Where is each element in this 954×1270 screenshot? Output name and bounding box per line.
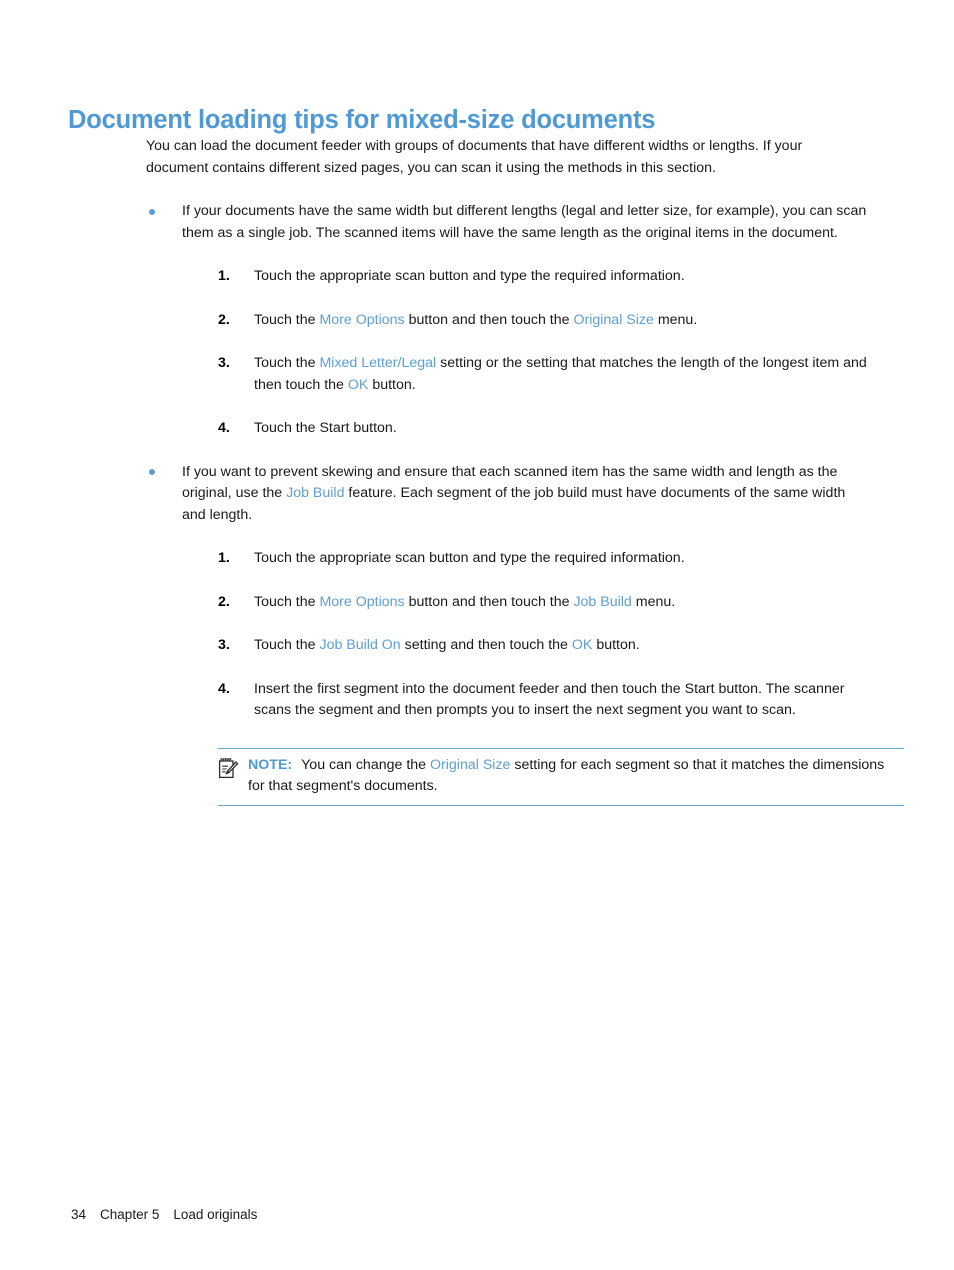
list-item-number: 2. [218, 593, 230, 610]
list-item: 4. Insert the first segment into the doc… [182, 679, 868, 722]
note-label: NOTE: [248, 756, 293, 773]
note-box: NOTE: You can change the Original Size se… [218, 747, 904, 806]
list-item: 3. Touch the Mixed Letter/Legal setting … [182, 353, 868, 396]
bullet-dot-icon [149, 208, 155, 215]
ui-term: OK [347, 376, 369, 393]
note-inner: NOTE: You can change the Original Size se… [218, 755, 904, 798]
list-item-text: Touch the More Options button and then t… [254, 593, 676, 610]
ui-term: Original Size [573, 311, 654, 328]
list-item-text: Touch the Start button. [254, 420, 397, 436]
list-item: 1. Touch the appropriate scan button and… [182, 548, 868, 570]
list-item-text: Touch the appropriate scan button and ty… [254, 550, 685, 566]
bullet-dot-icon [149, 469, 155, 475]
note-text: NOTE: You can change the Original Size se… [248, 755, 904, 798]
document-content: You can load the document feeder with gr… [146, 136, 904, 806]
ui-term: OK [571, 637, 593, 653]
bullet-block-2: If you want to prevent skewing and ensur… [146, 462, 904, 806]
footer-chapter-title: Load originals [173, 1207, 258, 1222]
ui-term: Job Build On [319, 637, 401, 653]
document-page: Document loading tips for mixed-size doc… [0, 0, 954, 1270]
list-item: 2. Touch the More Options button and the… [182, 310, 868, 332]
ui-term: More Options [319, 593, 405, 610]
ui-term: Job Build [286, 485, 345, 501]
list-item: 1. Touch the appropriate scan button and… [182, 266, 868, 288]
bullet-1-text: If your documents have the same width bu… [182, 203, 867, 241]
list-item-number: 1. [218, 268, 230, 284]
bullet-block-1: If your documents have the same width bu… [146, 201, 868, 440]
list-item-number: 2. [218, 311, 230, 328]
list-item: 4. Touch the Start button. [182, 418, 868, 440]
list-item-text: Insert the first segment into the docume… [254, 680, 845, 719]
list-item-text: Touch the More Options button and then t… [254, 311, 698, 328]
list-item-text: Touch the appropriate scan button and ty… [254, 268, 685, 284]
bullet-2-text: If you want to prevent skewing and ensur… [182, 463, 846, 523]
intro-paragraph: You can load the document feeder with gr… [146, 138, 803, 176]
footer-chapter: Chapter 5 [100, 1207, 160, 1222]
numbered-list-1: 1. Touch the appropriate scan button and… [182, 266, 868, 440]
note-body: You can change the Original Size setting… [248, 756, 885, 795]
footer-page-number: 34 [71, 1207, 87, 1222]
ui-term: Original Size [430, 756, 511, 773]
ui-term: Job Build [573, 593, 632, 610]
ui-term: Mixed Letter/Legal [319, 355, 437, 371]
numbered-list-2: 1. Touch the appropriate scan button and… [182, 548, 868, 722]
note-pad-pencil-icon [218, 757, 239, 779]
page-title: Document loading tips for mixed-size doc… [68, 106, 656, 135]
list-item: 3. Touch the Job Build On setting and th… [182, 635, 868, 657]
list-item-number: 4. [218, 420, 230, 436]
list-item-text: Touch the Mixed Letter/Legal setting or … [254, 355, 867, 393]
page-footer: 34 Chapter 5 Load originals [56, 1192, 257, 1237]
ui-term: More Options [319, 311, 405, 328]
list-item: 2. Touch the More Options button and the… [182, 592, 868, 614]
list-item-number: 3. [218, 355, 230, 371]
list-item-number: 4. [218, 680, 230, 697]
list-item-number: 3. [218, 637, 230, 653]
list-item-text: Touch the Job Build On setting and then … [254, 637, 640, 653]
list-item-number: 1. [218, 550, 230, 566]
